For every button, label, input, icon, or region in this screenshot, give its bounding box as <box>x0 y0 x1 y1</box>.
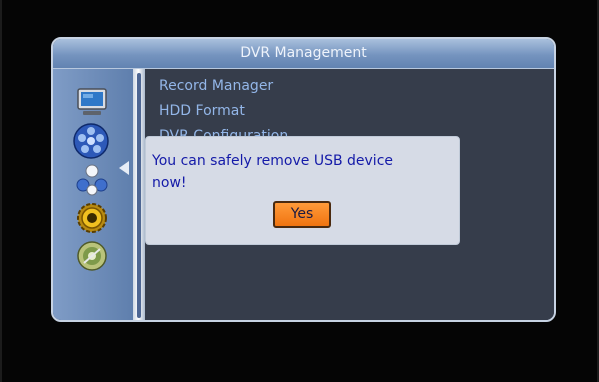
yes-button[interactable]: Yes <box>273 201 331 228</box>
sidebar-divider <box>133 69 145 320</box>
monitor-icon[interactable] <box>75 85 109 119</box>
sidebar <box>53 69 133 320</box>
dialog-message-line-2: now! <box>152 175 187 191</box>
usb-remove-dialog: You can safely remove USB device now! Ye… <box>145 136 460 245</box>
balls-icon[interactable] <box>75 163 109 197</box>
selection-arrow-icon <box>119 161 129 175</box>
dialog-message: You can safely remove USB device now! <box>152 150 452 194</box>
disc-icon[interactable] <box>75 239 109 273</box>
film-reel-icon[interactable] <box>71 121 111 161</box>
gear-icon[interactable] <box>75 201 109 235</box>
menu-item-record-manager[interactable]: Record Manager <box>159 78 273 94</box>
window-title: DVR Management <box>53 39 554 69</box>
menu-item-hdd-format[interactable]: HDD Format <box>159 103 245 119</box>
dialog-message-line-1: You can safely remove USB device <box>152 153 394 169</box>
